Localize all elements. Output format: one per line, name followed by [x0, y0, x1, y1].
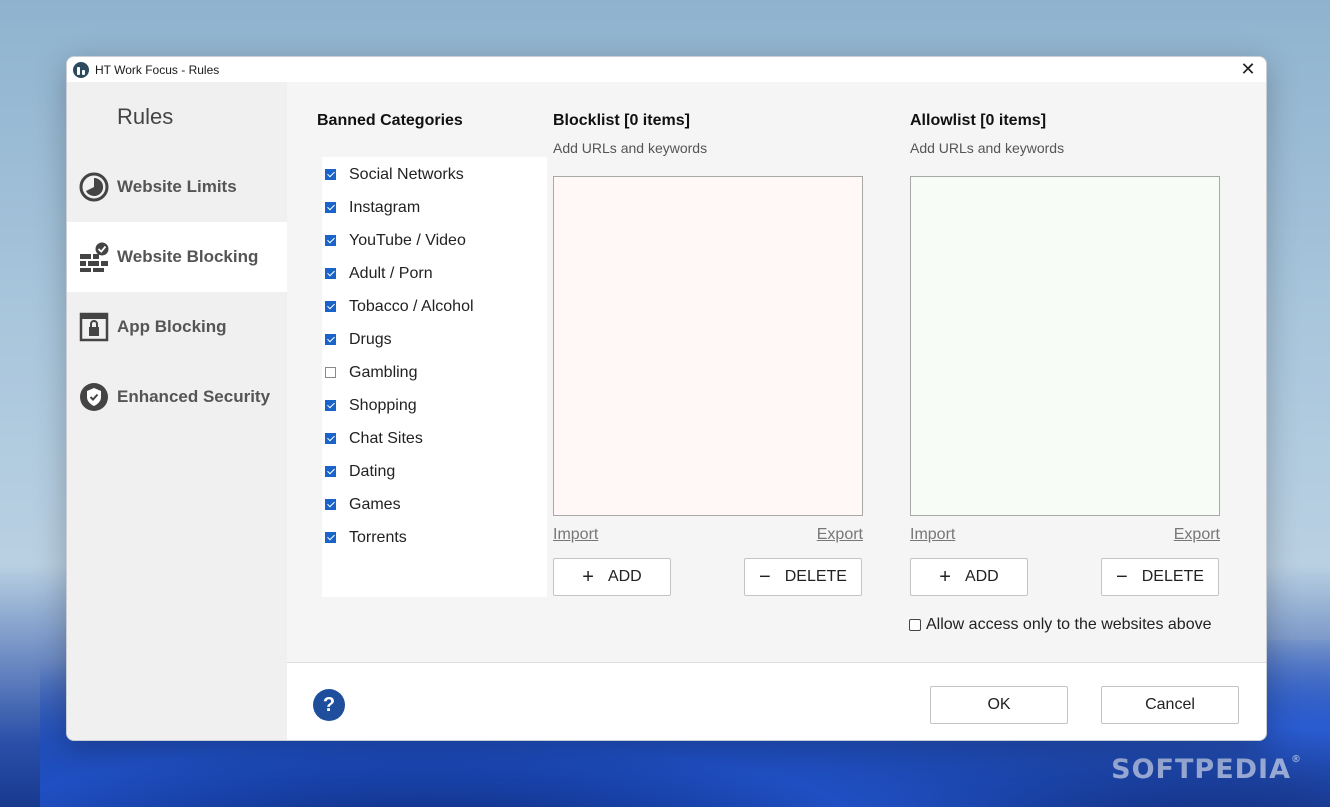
blocklist-section: Blocklist [0 items] Add URLs and keyword… — [553, 112, 863, 596]
category-instagram[interactable]: Instagram — [322, 191, 547, 224]
category-label: Instagram — [349, 198, 421, 216]
category-label: Games — [349, 495, 401, 513]
minus-icon: − — [759, 566, 771, 588]
allowlist-box[interactable] — [910, 176, 1220, 516]
window-title: HT Work Focus - Rules — [95, 62, 220, 77]
close-window-button[interactable]: ✕ — [1238, 59, 1258, 79]
category-label: Drugs — [349, 330, 392, 348]
category-label: Dating — [349, 462, 396, 480]
category-checkbox[interactable] — [325, 400, 336, 411]
sidebar-item-website-limits[interactable]: Website Limits — [67, 152, 287, 222]
main-content: Banned Categories Social Networks Instag… — [287, 82, 1266, 662]
sidebar-item-label: Website Blocking — [117, 247, 259, 266]
timer-icon — [79, 172, 109, 202]
category-checkbox[interactable] — [325, 499, 336, 510]
category-label: Torrents — [349, 528, 407, 546]
blocklist-import-link[interactable]: Import — [553, 526, 598, 544]
category-games[interactable]: Games — [322, 488, 547, 521]
category-checkbox[interactable] — [325, 235, 336, 246]
category-adult-porn[interactable]: Adult / Porn — [322, 257, 547, 290]
plus-icon: + — [939, 566, 951, 588]
category-social-networks[interactable]: Social Networks — [322, 158, 547, 191]
button-label: DELETE — [784, 568, 847, 585]
category-label: Shopping — [349, 396, 417, 414]
blocklist-add-button[interactable]: + ADD — [553, 558, 671, 596]
category-checkbox[interactable] — [325, 532, 336, 543]
category-label: Social Networks — [349, 165, 464, 183]
sidebar-item-label: Enhanced Security — [117, 387, 271, 406]
cancel-button[interactable]: Cancel — [1101, 686, 1239, 724]
allowlist-section: Allowlist [0 items] Add URLs and keyword… — [910, 112, 1220, 596]
category-tobacco-alcohol[interactable]: Tobacco / Alcohol — [322, 290, 547, 323]
category-checkbox[interactable] — [325, 466, 336, 477]
category-label: Adult / Porn — [349, 264, 433, 282]
brick-wall-check-icon — [80, 242, 109, 272]
allow-only-checkbox[interactable]: Allow access only to the websites above — [909, 616, 1211, 634]
blocklist-export-link[interactable]: Export — [817, 526, 863, 544]
softpedia-watermark: SOFTPEDIA® — [1111, 754, 1302, 785]
button-label: ADD — [607, 568, 642, 585]
category-checkbox[interactable] — [325, 433, 336, 444]
blocklist-box[interactable] — [553, 176, 863, 516]
category-dating[interactable]: Dating — [322, 455, 547, 488]
checkbox[interactable] — [909, 619, 921, 631]
allowlist-title: Allowlist [0 items] — [910, 112, 1047, 129]
category-youtube-video[interactable]: YouTube / Video — [322, 224, 547, 257]
category-label: Chat Sites — [349, 429, 423, 447]
rules-window: HT Work Focus - Rules ✕ Rules Website Li… — [66, 56, 1267, 741]
sidebar-title: Rules — [117, 104, 174, 129]
sidebar-item-label: Website Limits — [117, 177, 237, 196]
category-drugs[interactable]: Drugs — [322, 323, 547, 356]
category-label: Tobacco / Alcohol — [349, 297, 474, 315]
category-checkbox[interactable] — [325, 268, 336, 279]
sidebar: Rules Website Limits Website Blocking Ap… — [67, 82, 287, 740]
categories-list: Social Networks Instagram YouTube / Vide… — [322, 157, 547, 597]
category-label: Gambling — [349, 363, 418, 381]
title-bar: HT Work Focus - Rules ✕ — [67, 57, 1266, 82]
category-checkbox[interactable] — [325, 334, 336, 345]
app-lock-icon — [79, 312, 109, 342]
sidebar-item-website-blocking[interactable]: Website Blocking — [67, 222, 287, 292]
button-label: ADD — [964, 568, 999, 585]
category-label: YouTube / Video — [349, 231, 466, 249]
category-checkbox[interactable] — [325, 202, 336, 213]
allowlist-import-link[interactable]: Import — [910, 526, 955, 544]
ok-button[interactable]: OK — [930, 686, 1068, 724]
help-button[interactable]: ? — [313, 689, 345, 721]
app-logo-icon — [73, 61, 89, 78]
button-label: DELETE — [1141, 568, 1204, 585]
sidebar-item-enhanced-security[interactable]: Enhanced Security — [67, 362, 287, 432]
category-torrents[interactable]: Torrents — [322, 521, 547, 554]
category-checkbox[interactable] — [325, 367, 336, 378]
category-shopping[interactable]: Shopping — [322, 389, 547, 422]
allowlist-add-button[interactable]: + ADD — [910, 558, 1028, 596]
plus-icon: + — [582, 566, 594, 588]
banned-categories-heading: Banned Categories — [317, 112, 463, 129]
blocklist-title: Blocklist [0 items] — [553, 112, 690, 129]
blocklist-subtitle: Add URLs and keywords — [553, 140, 708, 156]
allowlist-subtitle: Add URLs and keywords — [910, 140, 1065, 156]
blocklist-links: Import Export — [553, 526, 863, 544]
category-checkbox[interactable] — [325, 301, 336, 312]
sidebar-item-app-blocking[interactable]: App Blocking — [67, 292, 287, 362]
minus-icon: − — [1116, 566, 1128, 588]
category-gambling[interactable]: Gambling — [322, 356, 547, 389]
allowlist-links: Import Export — [910, 526, 1220, 544]
dialog-footer: ? OK Cancel — [287, 662, 1266, 740]
allow-only-label: Allow access only to the websites above — [926, 616, 1212, 633]
allowlist-export-link[interactable]: Export — [1174, 526, 1220, 544]
blocklist-delete-button[interactable]: − DELETE — [744, 558, 862, 596]
category-chat-sites[interactable]: Chat Sites — [322, 422, 547, 455]
category-checkbox[interactable] — [325, 169, 336, 180]
sidebar-item-label: App Blocking — [117, 317, 227, 336]
shield-check-icon — [80, 383, 108, 411]
allowlist-delete-button[interactable]: − DELETE — [1101, 558, 1219, 596]
